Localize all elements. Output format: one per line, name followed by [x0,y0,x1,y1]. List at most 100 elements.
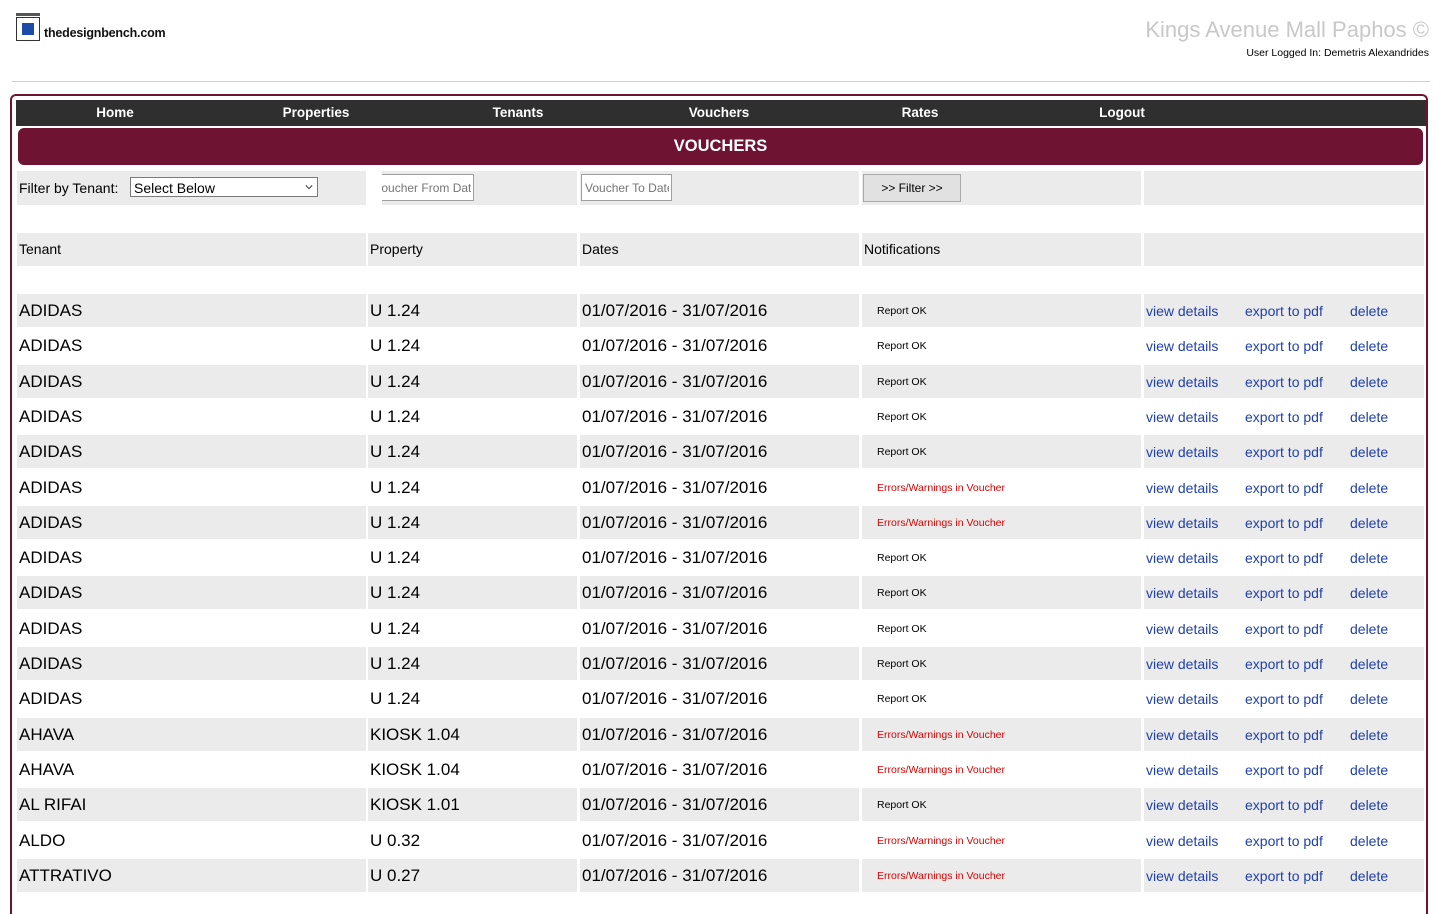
notification-cell: Report OK [862,682,1141,715]
delete-link[interactable]: delete [1350,719,1388,752]
export-to-pdf-link[interactable]: export to pdf [1245,860,1323,893]
tenant-name: ADIDAS [19,407,83,426]
property-name: U 1.24 [370,513,421,532]
export-to-pdf-link[interactable]: export to pdf [1245,472,1323,505]
page-title: VOUCHERS [18,128,1423,165]
view-details-link[interactable]: view details [1146,507,1218,540]
date-range: 01/07/2016 - 31/07/2016 [582,442,768,461]
table-row: ADIDAS U 1.24 01/07/2016 - 31/07/2016 Repor… [17,682,1424,715]
export-to-pdf-link[interactable]: export to pdf [1245,401,1323,434]
delete-link[interactable]: delete [1350,648,1388,681]
property-cell: U 1.24 [368,329,577,362]
delete-link[interactable]: delete [1350,613,1388,646]
view-details-link[interactable]: view details [1146,295,1218,328]
header-notifications: Notifications [862,233,1141,266]
view-details-link[interactable]: view details [1146,860,1218,893]
export-to-pdf-link[interactable]: export to pdf [1245,542,1323,575]
actions-cell: view details export to pdf delete [1144,859,1424,892]
export-to-pdf-link[interactable]: export to pdf [1245,577,1323,610]
delete-link[interactable]: delete [1350,436,1388,469]
view-details-link[interactable]: view details [1146,401,1218,434]
dates-cell: 01/07/2016 - 31/07/2016 [580,471,859,504]
tenant-name: ADIDAS [19,442,83,461]
delete-link[interactable]: delete [1350,472,1388,505]
delete-link[interactable]: delete [1350,401,1388,434]
tenant-select[interactable]: Select Below [130,177,318,197]
export-to-pdf-link[interactable]: export to pdf [1245,436,1323,469]
dates-cell: 01/07/2016 - 31/07/2016 [580,824,859,857]
delete-link[interactable]: delete [1350,789,1388,822]
view-details-link[interactable]: view details [1146,472,1218,505]
delete-link[interactable]: delete [1350,542,1388,575]
view-details-link[interactable]: view details [1146,330,1218,363]
notification-cell: Errors/Warnings in Voucher [862,718,1141,751]
export-to-pdf-link[interactable]: export to pdf [1245,366,1323,399]
table-row: ADIDAS U 1.24 01/07/2016 - 31/07/2016 Repor… [17,400,1424,433]
view-details-link[interactable]: view details [1146,613,1218,646]
delete-link[interactable]: delete [1350,825,1388,858]
nav-tenants[interactable]: Tenants [493,100,544,126]
view-details-link[interactable]: view details [1146,719,1218,752]
export-to-pdf-link[interactable]: export to pdf [1245,719,1323,752]
tenant-name: AHAVA [19,760,75,779]
notification-status: Report OK [877,376,927,388]
view-details-link[interactable]: view details [1146,825,1218,858]
voucher-from-date-input[interactable] [370,174,474,201]
delete-link[interactable]: delete [1350,366,1388,399]
tenant-name: ADIDAS [19,336,83,355]
actions-cell: view details export to pdf delete [1144,365,1424,398]
dates-cell: 01/07/2016 - 31/07/2016 [580,788,859,821]
actions-cell: view details export to pdf delete [1144,753,1424,786]
delete-link[interactable]: delete [1350,577,1388,610]
dates-cell: 01/07/2016 - 31/07/2016 [580,435,859,468]
delete-link[interactable]: delete [1350,683,1388,716]
view-details-link[interactable]: view details [1146,436,1218,469]
export-to-pdf-link[interactable]: export to pdf [1245,648,1323,681]
tenant-cell: ADIDAS [17,576,366,609]
notification-cell: Report OK [862,612,1141,645]
export-to-pdf-link[interactable]: export to pdf [1245,613,1323,646]
export-to-pdf-link[interactable]: export to pdf [1245,825,1323,858]
tenant-cell: ADIDAS [17,647,366,680]
property-cell: U 1.24 [368,365,577,398]
tenant-name: ATTRATIVO [19,866,112,885]
delete-link[interactable]: delete [1350,507,1388,540]
notification-status: Report OK [877,446,927,458]
view-details-link[interactable]: view details [1146,577,1218,610]
property-cell: U 1.24 [368,435,577,468]
view-details-link[interactable]: view details [1146,789,1218,822]
nav-properties[interactable]: Properties [283,100,350,126]
nav-home[interactable]: Home [96,100,134,126]
view-details-link[interactable]: view details [1146,683,1218,716]
property-cell: KIOSK 1.04 [368,718,577,751]
view-details-link[interactable]: view details [1146,366,1218,399]
site-logo[interactable]: thedesignbench.com [16,13,166,41]
delete-link[interactable]: delete [1350,754,1388,787]
actions-cell: view details export to pdf delete [1144,612,1424,645]
export-to-pdf-link[interactable]: export to pdf [1245,295,1323,328]
tenant-cell: ADIDAS [17,294,366,327]
filter-button[interactable]: >> Filter >> [863,174,961,202]
property-name: U 1.24 [370,407,421,426]
delete-link[interactable]: delete [1350,330,1388,363]
view-details-link[interactable]: view details [1146,648,1218,681]
nav-vouchers[interactable]: Vouchers [689,100,750,126]
view-details-link[interactable]: view details [1146,542,1218,575]
tenant-cell: ADIDAS [17,612,366,645]
delete-link[interactable]: delete [1350,860,1388,893]
table-row: ADIDAS U 1.24 01/07/2016 - 31/07/2016 Repor… [17,612,1424,645]
export-to-pdf-link[interactable]: export to pdf [1245,754,1323,787]
notification-cell: Errors/Warnings in Voucher [862,753,1141,786]
export-to-pdf-link[interactable]: export to pdf [1245,683,1323,716]
voucher-to-date-input[interactable] [581,174,672,201]
tenant-name: ADIDAS [19,478,83,497]
nav-rates[interactable]: Rates [902,100,939,126]
view-details-link[interactable]: view details [1146,754,1218,787]
export-to-pdf-link[interactable]: export to pdf [1245,507,1323,540]
property-name: KIOSK 1.04 [370,725,460,744]
export-to-pdf-link[interactable]: export to pdf [1245,789,1323,822]
tenant-cell: AL RIFAI [17,788,366,821]
nav-logout[interactable]: Logout [1099,100,1145,126]
delete-link[interactable]: delete [1350,295,1388,328]
export-to-pdf-link[interactable]: export to pdf [1245,330,1323,363]
